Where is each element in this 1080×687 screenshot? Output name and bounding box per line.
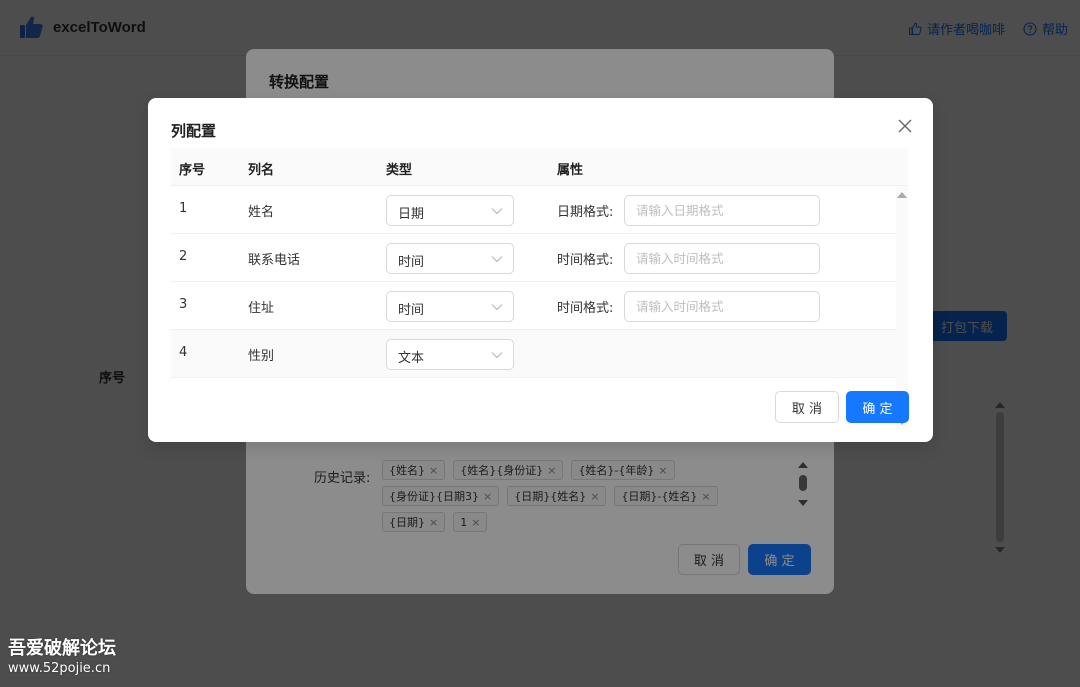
header-index: 序号 bbox=[179, 163, 206, 178]
header-name: 列名 bbox=[248, 163, 275, 178]
chevron-down-icon bbox=[491, 208, 503, 215]
date-format-input[interactable] bbox=[624, 195, 820, 226]
type-select[interactable]: 时间 bbox=[386, 243, 514, 274]
type-select[interactable]: 日期 bbox=[386, 195, 514, 226]
attr-label: 时间格式: bbox=[557, 253, 614, 268]
type-select[interactable]: 时间 bbox=[386, 291, 514, 322]
row-index: 3 bbox=[179, 297, 188, 312]
type-select-value: 文本 bbox=[398, 351, 425, 366]
row-name: 性别 bbox=[248, 349, 275, 364]
watermark: 吾爱破解论坛 www.52pojie.cn bbox=[8, 638, 116, 678]
watermark-url: www.52pojie.cn bbox=[8, 661, 111, 676]
close-icon[interactable] bbox=[895, 116, 915, 136]
type-select[interactable]: 文本 bbox=[386, 339, 514, 370]
chevron-down-icon bbox=[491, 352, 503, 359]
row-index: 2 bbox=[179, 249, 188, 264]
scroll-up-icon[interactable] bbox=[897, 192, 907, 198]
table-row: 4 性别 文本 bbox=[171, 330, 896, 378]
column-ok-button[interactable]: 确 定 bbox=[846, 391, 909, 423]
chevron-down-icon bbox=[491, 304, 503, 311]
type-select-value: 时间 bbox=[398, 303, 425, 318]
column-config-modal: 列配置 序号 列名 类型 属性 1 姓名 日期 日期格式: 2 联系电话 时间 bbox=[148, 98, 933, 442]
time-format-input[interactable] bbox=[624, 291, 820, 322]
table-row: 2 联系电话 时间 时间格式: bbox=[171, 234, 896, 282]
table-row: 3 住址 时间 时间格式: bbox=[171, 282, 896, 330]
row-index: 1 bbox=[179, 201, 188, 216]
type-select-value: 日期 bbox=[398, 207, 425, 222]
table-header: 序号 列名 类型 属性 bbox=[171, 148, 908, 186]
time-format-input[interactable] bbox=[624, 243, 820, 274]
header-attr: 属性 bbox=[557, 163, 584, 178]
column-table: 序号 列名 类型 属性 1 姓名 日期 日期格式: 2 联系电话 时间 时间格式… bbox=[171, 148, 908, 429]
column-cancel-button[interactable]: 取 消 bbox=[775, 391, 839, 423]
row-index: 4 bbox=[179, 345, 188, 360]
row-name: 联系电话 bbox=[248, 253, 301, 268]
chevron-down-icon bbox=[491, 256, 503, 263]
attr-label: 时间格式: bbox=[557, 301, 614, 316]
type-select-value: 时间 bbox=[398, 255, 425, 270]
watermark-title: 吾爱破解论坛 bbox=[8, 638, 116, 659]
row-name: 姓名 bbox=[248, 205, 275, 220]
table-row: 1 姓名 日期 日期格式: bbox=[171, 186, 896, 234]
header-type: 类型 bbox=[386, 163, 413, 178]
column-modal-title: 列配置 bbox=[171, 122, 217, 140]
row-name: 住址 bbox=[248, 301, 275, 316]
attr-label: 日期格式: bbox=[557, 205, 614, 220]
